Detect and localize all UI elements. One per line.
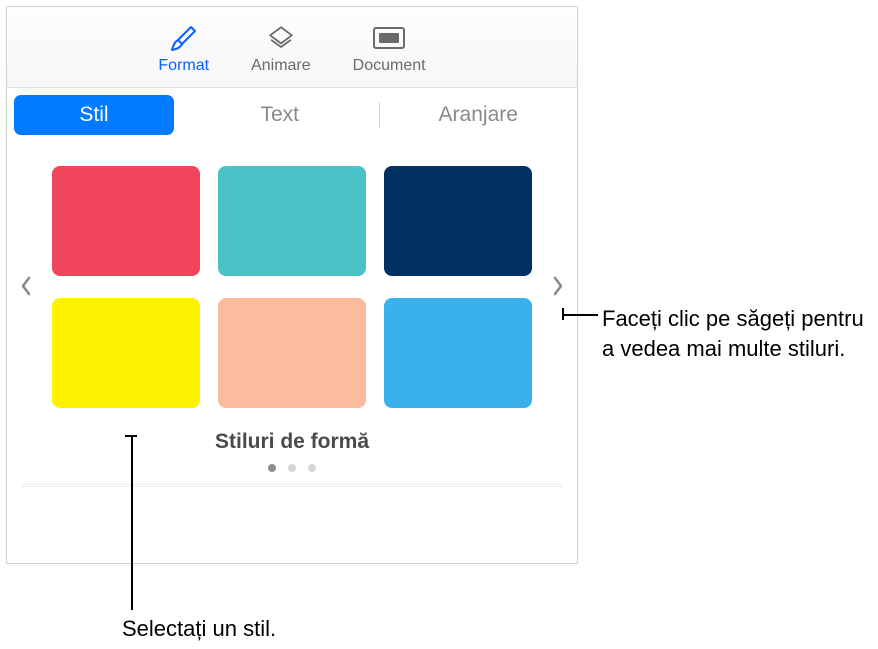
styles-row-1 bbox=[7, 166, 577, 276]
styles-row-2 bbox=[7, 298, 577, 408]
toolbar: Format Animare Document bbox=[7, 7, 577, 88]
callout-leader bbox=[131, 435, 133, 610]
style-swatch[interactable] bbox=[52, 298, 200, 408]
styles-prev-arrow[interactable] bbox=[17, 272, 35, 300]
toolbar-format-button[interactable]: Format bbox=[148, 19, 219, 79]
style-swatch[interactable] bbox=[384, 298, 532, 408]
inspector-tabs: Stil Text Aranjare bbox=[7, 88, 577, 142]
style-swatch[interactable] bbox=[218, 166, 366, 276]
style-swatch[interactable] bbox=[52, 166, 200, 276]
tab-arrange[interactable]: Aranjare bbox=[380, 88, 578, 142]
page-dots[interactable] bbox=[7, 464, 577, 472]
callout-select-style: Selectați un stil. bbox=[122, 614, 276, 644]
page-dot[interactable] bbox=[288, 464, 296, 472]
callout-arrows: Faceți clic pe săgeți pentru a vedea mai… bbox=[602, 304, 872, 363]
style-swatch[interactable] bbox=[218, 298, 366, 408]
divider bbox=[21, 484, 563, 487]
callout-leader-tick bbox=[125, 435, 137, 437]
styles-next-arrow[interactable] bbox=[549, 272, 567, 300]
tab-text[interactable]: Text bbox=[181, 88, 379, 142]
callout-leader bbox=[562, 314, 598, 316]
inspector-panel: Format Animare Document Stil Text bbox=[6, 6, 578, 564]
page-dot[interactable] bbox=[308, 464, 316, 472]
toolbar-format-label: Format bbox=[158, 57, 209, 75]
toolbar-animate-label: Animare bbox=[251, 57, 311, 75]
page-dot[interactable] bbox=[268, 464, 276, 472]
toolbar-document-label: Document bbox=[353, 57, 426, 75]
paintbrush-icon bbox=[166, 23, 202, 53]
style-swatch[interactable] bbox=[384, 166, 532, 276]
tab-style[interactable]: Stil bbox=[14, 95, 174, 135]
toolbar-document-button[interactable]: Document bbox=[343, 19, 436, 79]
document-icon bbox=[371, 23, 407, 53]
diamond-stack-icon bbox=[263, 23, 299, 53]
callout-leader-tick bbox=[562, 308, 564, 320]
toolbar-animate-button[interactable]: Animare bbox=[241, 19, 321, 79]
shape-styles-title: Stiluri de formă bbox=[7, 430, 577, 454]
shape-styles-area: Stiluri de formă bbox=[7, 142, 577, 497]
